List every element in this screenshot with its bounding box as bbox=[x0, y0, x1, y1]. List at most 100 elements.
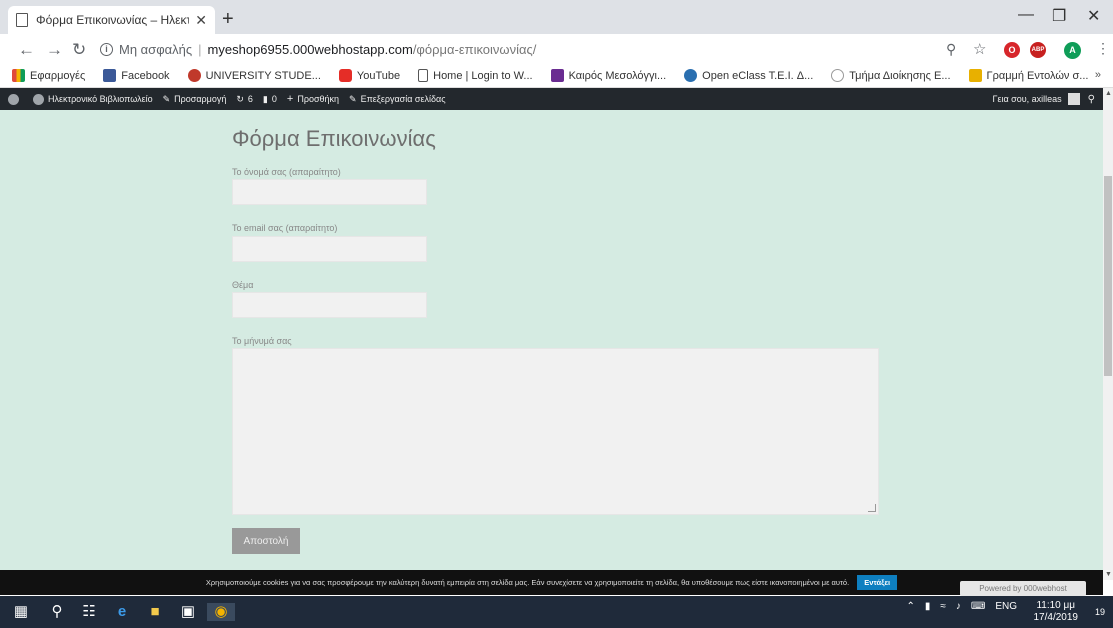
back-icon[interactable]: ← bbox=[18, 40, 35, 60]
submit-button[interactable]: Αποστολή bbox=[232, 528, 300, 554]
notification-center-icon[interactable]: 19 bbox=[1095, 604, 1105, 618]
scroll-down-icon[interactable]: ▼ bbox=[1105, 571, 1112, 578]
window-close-icon[interactable]: ✕ bbox=[1087, 6, 1100, 26]
adminbar-account[interactable]: Γεια σου, axilleas ⚲ bbox=[992, 93, 1095, 105]
adminbar-comments[interactable]: ▮ 0 bbox=[263, 94, 277, 105]
bookmark-youtube[interactable]: YouTube bbox=[338, 69, 400, 82]
bookmark-university[interactable]: UNIVERSITY STUDE... bbox=[187, 69, 321, 82]
reload-icon[interactable]: ↻ bbox=[72, 40, 86, 60]
clock-time: 11:10 μμ bbox=[1036, 600, 1076, 611]
globe-icon bbox=[831, 69, 845, 82]
bookmark-label: Εφαρμογές bbox=[30, 69, 86, 82]
bookmark-department[interactable]: Τμήμα Διοίκησης Ε... bbox=[831, 69, 951, 82]
bookmark-commandline[interactable]: Γραμμή Εντολών σ... bbox=[968, 69, 1089, 82]
file-explorer-icon[interactable]: ■ bbox=[146, 603, 164, 621]
adblock-icon[interactable]: ABP bbox=[1030, 42, 1046, 58]
bookmark-label: Γραμμή Εντολών σ... bbox=[986, 69, 1089, 82]
comments-count: 0 bbox=[271, 94, 277, 104]
message-label: Το μήνυμά σας bbox=[232, 336, 292, 346]
opera-extension-icon[interactable]: O bbox=[1004, 42, 1020, 58]
bookmark-weather[interactable]: Καιρός Μεσολόγγι... bbox=[550, 69, 667, 82]
wordpress-icon bbox=[8, 93, 19, 105]
task-view-icon[interactable]: ☷ bbox=[80, 603, 98, 621]
chevron-up-icon[interactable]: ⌃ bbox=[906, 601, 914, 612]
adminbar-customize[interactable]: ✎ Προσαρμογή bbox=[163, 94, 227, 105]
cookie-notice: Χρησιμοποιούμε cookies για να σας προσφέ… bbox=[0, 570, 1103, 595]
new-tab-button[interactable]: + bbox=[222, 8, 234, 31]
site-name: Ηλεκτρονικό Βιβλιοπωλείο bbox=[48, 94, 153, 104]
edge-icon[interactable]: e bbox=[113, 603, 131, 621]
message-textarea[interactable] bbox=[232, 348, 879, 515]
pencil-icon: ✎ bbox=[349, 93, 357, 104]
bookmark-apps[interactable]: Εφαρμογές bbox=[12, 69, 85, 82]
info-icon[interactable]: i bbox=[100, 42, 113, 56]
bookmarks-bar: Εφαρμογές Facebook UNIVERSITY STUDE... Y… bbox=[0, 64, 1113, 88]
name-field[interactable] bbox=[232, 179, 427, 205]
zoom-icon[interactable]: ⚲ bbox=[946, 41, 956, 58]
page-scrollbar[interactable]: ▲ ▼ bbox=[1103, 88, 1113, 580]
powered-by-badge[interactable]: Powered by 000webhost bbox=[960, 581, 1086, 596]
scroll-thumb[interactable] bbox=[1104, 176, 1112, 376]
facebook-icon bbox=[103, 69, 117, 82]
store-icon[interactable]: ▣ bbox=[179, 603, 197, 621]
close-tab-icon[interactable]: ✕ bbox=[195, 12, 207, 29]
volume-icon[interactable]: ♪ bbox=[956, 601, 961, 612]
minimize-icon[interactable]: — bbox=[1018, 6, 1034, 24]
adminbar-updates[interactable]: ↻ 6 bbox=[236, 94, 253, 105]
bookmark-eclass[interactable]: Open eClass T.E.I. Δ... bbox=[684, 69, 813, 82]
tab-strip: Φόρμα Επικοινωνίας – Ηλεκτρο ✕ + — ❐ ✕ bbox=[0, 0, 1113, 34]
subject-label: Θέμα bbox=[232, 280, 254, 290]
browser-tab[interactable]: Φόρμα Επικοινωνίας – Ηλεκτρο ✕ bbox=[8, 6, 215, 34]
greeting: Γεια σου, axilleas bbox=[992, 94, 1062, 104]
email-field[interactable] bbox=[232, 236, 427, 262]
bookmark-label: Καιρός Μεσολόγγι... bbox=[568, 69, 667, 82]
adminbar-site[interactable]: Ηλεκτρονικό Βιβλιοπωλείο bbox=[33, 93, 153, 105]
customize-label: Προσαρμογή bbox=[174, 94, 227, 104]
wordpress-logo-icon[interactable] bbox=[8, 93, 23, 105]
tab-title: Φόρμα Επικοινωνίας – Ηλεκτρο bbox=[36, 13, 190, 27]
weather-icon bbox=[550, 69, 564, 82]
page-icon bbox=[16, 13, 28, 27]
bookmark-home-login[interactable]: Home | Login to W... bbox=[418, 69, 533, 82]
resize-handle-icon[interactable] bbox=[868, 504, 876, 512]
dashboard-icon bbox=[33, 93, 44, 105]
subject-field[interactable] bbox=[232, 292, 427, 318]
bookmark-label: Facebook bbox=[121, 69, 170, 82]
folder-icon bbox=[968, 69, 982, 82]
taskbar-clock[interactable]: 11:10 μμ 17/4/2019 bbox=[1034, 600, 1079, 624]
adminbar-edit-page[interactable]: ✎ Επεξεργασία σελίδας bbox=[349, 94, 446, 105]
scroll-up-icon[interactable]: ▲ bbox=[1105, 90, 1112, 97]
omnibox-separator: | bbox=[198, 41, 202, 57]
cookie-accept-button[interactable]: Εντάξει bbox=[857, 575, 898, 590]
battery-icon[interactable]: ▮ bbox=[925, 601, 931, 612]
system-tray: ⌃ ▮ ≈ ♪ ⌨ ENG bbox=[906, 601, 1017, 612]
cookie-text: Χρησιμοποιούμε cookies για να σας προσφέ… bbox=[205, 578, 850, 587]
notification-count: 19 bbox=[1094, 607, 1105, 617]
brush-icon: ✎ bbox=[162, 93, 171, 104]
menu-icon[interactable]: ⋮ bbox=[1096, 40, 1110, 57]
bookmark-facebook[interactable]: Facebook bbox=[103, 69, 170, 82]
bookmark-label: Τμήμα Διοίκησης Ε... bbox=[849, 69, 951, 82]
address-bar[interactable]: i Μη ασφαλής | myeshop6955.000webhostapp… bbox=[100, 37, 960, 61]
comment-icon: ▮ bbox=[262, 93, 268, 104]
avatar bbox=[1067, 93, 1080, 105]
language-indicator[interactable]: ENG bbox=[995, 601, 1017, 612]
adminbar-new[interactable]: + Προσθήκη bbox=[287, 93, 339, 105]
keyboard-icon[interactable]: ⌨ bbox=[971, 601, 985, 612]
clock-date: 17/4/2019 bbox=[1033, 612, 1079, 623]
university-icon bbox=[187, 69, 201, 82]
windows-start-icon[interactable]: ▦ bbox=[12, 603, 30, 621]
bookmark-star-icon[interactable]: ☆ bbox=[973, 40, 986, 58]
profile-avatar[interactable]: A bbox=[1064, 42, 1081, 59]
forward-icon[interactable]: → bbox=[46, 40, 63, 60]
page-title: Φόρμα Επικοινωνίας bbox=[232, 126, 436, 151]
search-icon[interactable]: ⚲ bbox=[48, 603, 66, 621]
restore-icon[interactable]: ❐ bbox=[1052, 6, 1066, 26]
bookmarks-more-icon[interactable]: » bbox=[1095, 69, 1101, 81]
wifi-icon[interactable]: ≈ bbox=[940, 601, 946, 612]
windows-taskbar: ▦ ⚲ ☷ e ■ ▣ ◉ ⌃ ▮ ≈ ♪ ⌨ ENG 11:10 μμ 17/… bbox=[0, 596, 1113, 628]
name-label: Το όνομά σας (απαραίτητο) bbox=[232, 167, 341, 177]
chrome-icon[interactable]: ◉ bbox=[207, 603, 235, 621]
updates-count: 6 bbox=[247, 94, 253, 104]
search-icon[interactable]: ⚲ bbox=[1088, 94, 1095, 105]
